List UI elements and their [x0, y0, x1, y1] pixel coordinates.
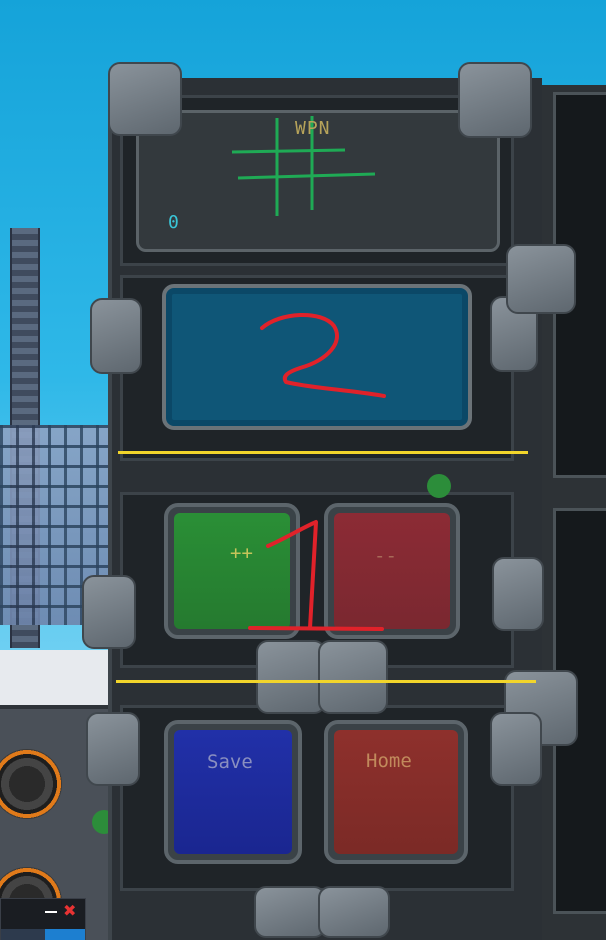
decrement-label: -- — [374, 545, 397, 567]
side-bolt — [86, 712, 140, 786]
background-platform — [0, 650, 115, 710]
wpn-value: 0 — [168, 212, 179, 233]
increment-button[interactable] — [164, 503, 300, 639]
yellow-divider-line — [118, 451, 528, 454]
center-bolt — [318, 640, 388, 714]
side-bolt — [90, 298, 142, 374]
bottom-bolt — [318, 886, 390, 938]
yellow-divider-line — [116, 680, 536, 683]
side-bolt — [506, 244, 576, 314]
green-indicator — [427, 474, 451, 498]
home-label: Home — [366, 750, 412, 772]
side-bolt — [82, 575, 136, 649]
save-label: Save — [207, 751, 253, 773]
save-button[interactable] — [164, 720, 302, 864]
corner-bolt — [458, 62, 532, 138]
side-bolt — [490, 712, 542, 786]
increment-label: ++ — [230, 542, 253, 564]
wpn-label: WPN — [295, 118, 331, 139]
corner-bolt — [108, 62, 182, 136]
decrement-button[interactable] — [324, 503, 460, 639]
window-taskbar-highlight — [45, 929, 85, 940]
close-icon[interactable]: ✖ — [63, 901, 76, 920]
blue-screen[interactable] — [162, 284, 472, 430]
bottom-bolt — [254, 886, 326, 938]
minimize-icon[interactable] — [45, 911, 57, 913]
side-bolt — [492, 557, 544, 631]
window-controls: ✖ — [0, 898, 86, 940]
orange-port-icon — [0, 749, 62, 819]
home-button[interactable] — [324, 720, 468, 864]
center-bolt — [256, 640, 326, 714]
